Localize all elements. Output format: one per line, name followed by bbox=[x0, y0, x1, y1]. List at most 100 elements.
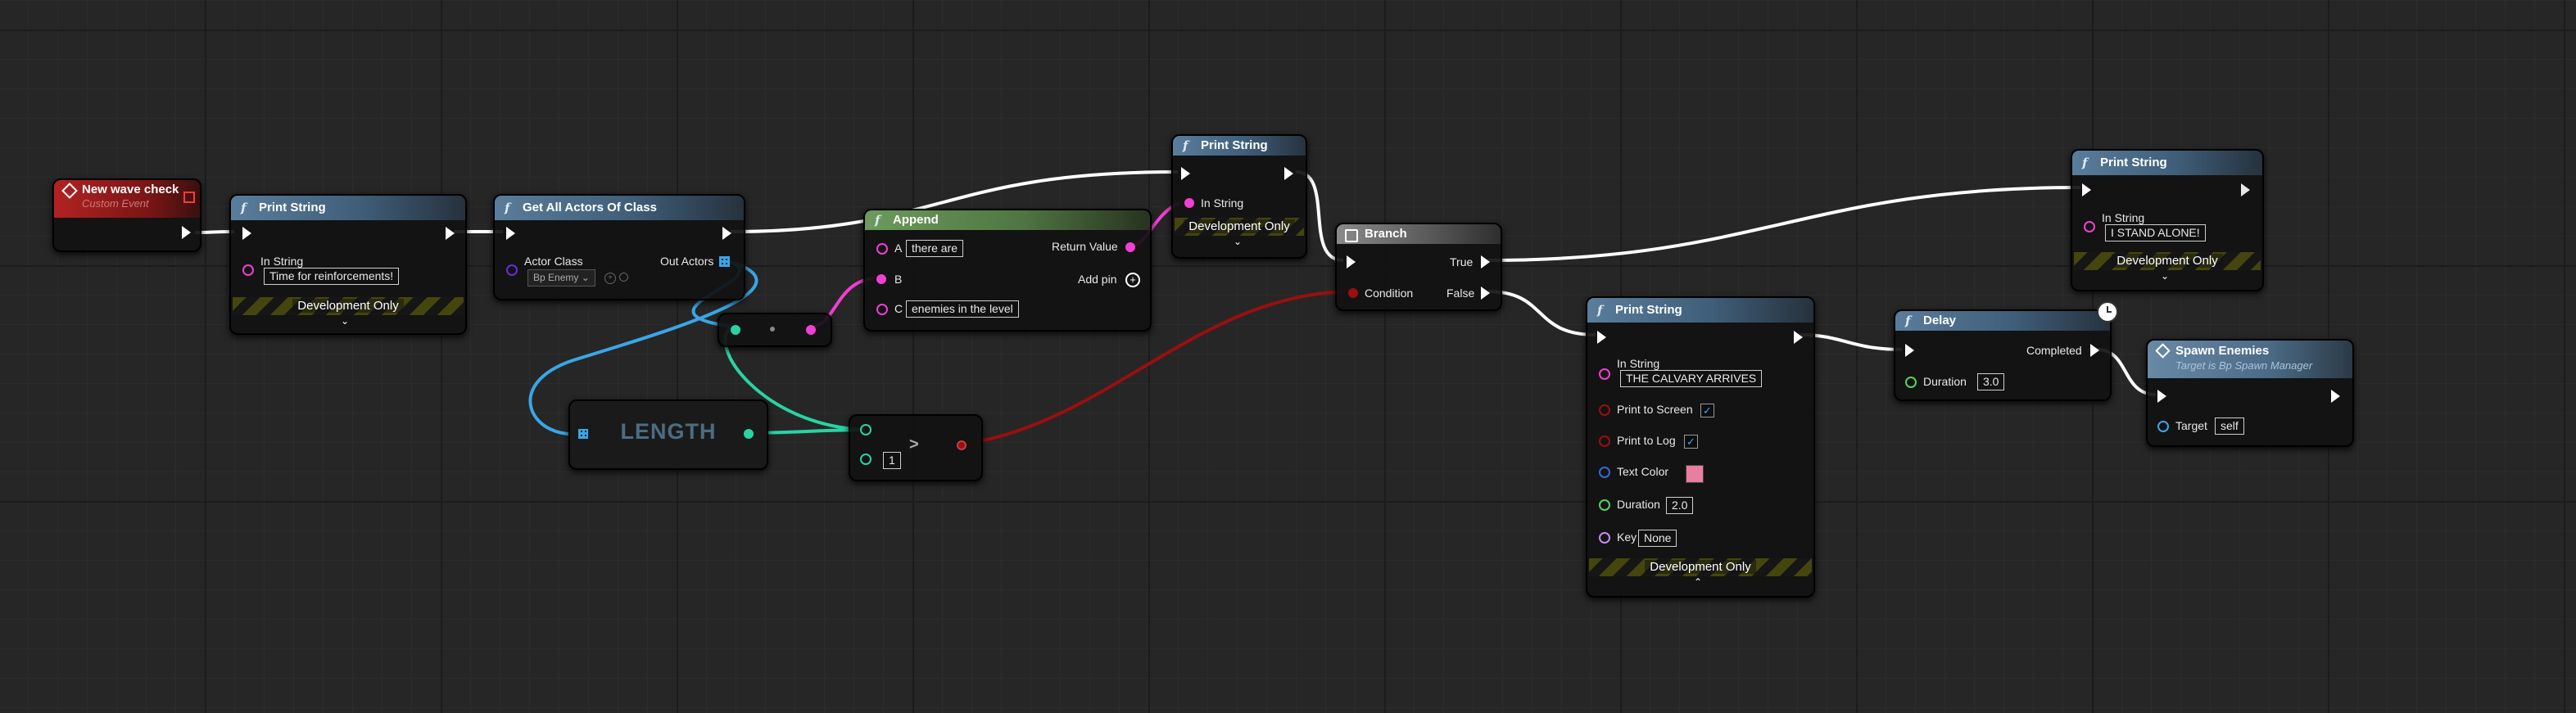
node-header: f Append bbox=[865, 210, 1150, 230]
completed-exec-pin[interactable] bbox=[2090, 344, 2099, 357]
text-color-swatch[interactable] bbox=[1686, 465, 1704, 483]
exec-out-pin[interactable] bbox=[1794, 331, 1803, 344]
function-f-icon: f bbox=[1597, 303, 1603, 318]
exec-out-pin[interactable] bbox=[446, 227, 455, 240]
duration-pin[interactable] bbox=[1905, 377, 1917, 388]
exec-out-pin[interactable] bbox=[1284, 167, 1293, 180]
duration-pin[interactable] bbox=[1599, 499, 1610, 511]
print-to-log-label: Print to Log bbox=[1617, 434, 1676, 447]
length-node[interactable]: LENGTH bbox=[568, 399, 768, 470]
node-title: Spawn Enemies bbox=[2175, 344, 2270, 358]
magnifier-icon[interactable] bbox=[619, 273, 628, 282]
print-to-screen-pin[interactable] bbox=[1599, 404, 1610, 416]
branch-node[interactable]: Branch Condition True False bbox=[1335, 223, 1502, 311]
compare-value-field[interactable]: 1 bbox=[883, 452, 901, 469]
in-string-pin[interactable] bbox=[1184, 198, 1194, 208]
exec-in-pin[interactable] bbox=[1347, 255, 1356, 269]
operator-label: > bbox=[909, 435, 919, 454]
exec-wire bbox=[1487, 186, 2081, 262]
chevron-down-icon: ⌄ bbox=[581, 272, 590, 283]
append-node[interactable]: f Append A there are B C enemies in the l… bbox=[863, 209, 1152, 332]
exec-in-pin[interactable] bbox=[506, 227, 515, 240]
compare-b-pin[interactable] bbox=[860, 454, 871, 465]
duration-label: Duration bbox=[1923, 375, 1967, 388]
exec-out-pin[interactable] bbox=[2331, 390, 2340, 403]
compare-a-pin[interactable] bbox=[860, 424, 871, 435]
exec-in-pin[interactable] bbox=[1597, 331, 1606, 344]
duration-label: Duration bbox=[1617, 498, 1660, 511]
node-header: f Get All Actors Of Class bbox=[495, 196, 744, 220]
node-header: f Delay bbox=[1895, 311, 2110, 331]
a-field[interactable]: there are bbox=[906, 240, 964, 257]
text-color-pin[interactable] bbox=[1599, 467, 1610, 478]
c-field[interactable]: enemies in the level bbox=[906, 300, 1019, 318]
chevron-down-icon[interactable]: ⌄ bbox=[341, 315, 349, 327]
duration-field[interactable]: 3.0 bbox=[1977, 373, 2005, 390]
print-to-screen-checkbox[interactable]: ✓ bbox=[1700, 404, 1714, 417]
input-pin[interactable] bbox=[731, 325, 740, 335]
print-string-node-1[interactable]: f Print String In String Time for reinfor… bbox=[229, 194, 467, 335]
branch-icon bbox=[1345, 229, 1358, 242]
greater-than-node[interactable]: 1 > bbox=[849, 414, 983, 481]
exec-out-pin[interactable] bbox=[722, 227, 731, 240]
true-exec-pin[interactable] bbox=[1481, 255, 1490, 269]
duration-field[interactable]: 2.0 bbox=[1666, 497, 1694, 514]
chevron-up-icon[interactable]: ⌃ bbox=[1694, 576, 1702, 588]
development-only-banner: Development Only bbox=[1589, 558, 1812, 576]
length-output-pin[interactable] bbox=[744, 429, 754, 439]
in-string-field[interactable]: I STAND ALONE! bbox=[2105, 224, 2206, 241]
in-string-field[interactable]: THE CALVARY ARRIVES bbox=[1620, 370, 1763, 387]
in-string-pin[interactable] bbox=[2084, 221, 2095, 232]
node-title: Print String bbox=[1615, 303, 1682, 317]
delegate-pin-icon[interactable] bbox=[183, 192, 195, 203]
c-pin[interactable] bbox=[876, 304, 888, 315]
print-string-node-4[interactable]: f Print String In String THE CALVARY ARRI… bbox=[1586, 296, 1815, 598]
grid-icon[interactable] bbox=[578, 429, 588, 439]
node-header: f Print String bbox=[1587, 298, 1813, 323]
output-pin[interactable] bbox=[806, 325, 816, 335]
plus-circle-icon[interactable]: + bbox=[604, 273, 616, 284]
target-pin[interactable] bbox=[2157, 421, 2169, 432]
exec-in-pin[interactable] bbox=[2082, 183, 2091, 196]
exec-in-pin[interactable] bbox=[1181, 167, 1190, 180]
print-string-node-2[interactable]: f Print String In String Development Only… bbox=[1171, 134, 1307, 259]
exec-out-pin[interactable] bbox=[182, 226, 191, 239]
length-title: LENGTH bbox=[620, 419, 717, 444]
grid-icon[interactable] bbox=[719, 256, 730, 267]
true-label: True bbox=[1450, 255, 1474, 269]
actor-class-pin[interactable] bbox=[506, 264, 518, 276]
node-header: Branch bbox=[1337, 224, 1501, 244]
key-field[interactable]: None bbox=[1638, 530, 1677, 547]
custom-event-node[interactable]: New wave check Custom Event bbox=[52, 178, 201, 252]
plus-circle-icon[interactable]: + bbox=[1125, 273, 1140, 287]
exec-in-pin[interactable] bbox=[1905, 344, 1914, 357]
conversion-node[interactable] bbox=[718, 313, 832, 347]
a-pin[interactable] bbox=[876, 243, 888, 255]
actor-class-dropdown[interactable]: Bp Enemy ⌄ bbox=[527, 269, 595, 287]
return-value-pin[interactable] bbox=[1125, 242, 1135, 252]
key-pin[interactable] bbox=[1599, 532, 1610, 544]
chevron-down-icon[interactable]: ⌄ bbox=[1234, 236, 1242, 247]
in-string-pin[interactable] bbox=[1599, 368, 1610, 380]
get-all-actors-node[interactable]: f Get All Actors Of Class Actor Class Bp … bbox=[493, 194, 745, 300]
print-string-node-3[interactable]: f Print String In String I STAND ALONE! D… bbox=[2071, 149, 2264, 291]
text-color-label: Text Color bbox=[1617, 465, 1669, 478]
compare-result-pin[interactable] bbox=[957, 440, 967, 450]
chevron-down-icon[interactable]: ⌄ bbox=[2161, 270, 2169, 282]
condition-pin[interactable] bbox=[1348, 288, 1358, 298]
in-string-label: In String bbox=[1201, 196, 1244, 210]
print-to-screen-label: Print to Screen bbox=[1617, 403, 1693, 416]
exec-in-pin[interactable] bbox=[242, 227, 251, 240]
actor-class-label: Actor Class bbox=[524, 255, 583, 268]
b-pin[interactable] bbox=[876, 274, 886, 284]
target-field[interactable]: self bbox=[2215, 417, 2244, 435]
in-string-pin[interactable] bbox=[242, 264, 254, 276]
print-to-log-checkbox[interactable]: ✓ bbox=[1684, 435, 1698, 449]
false-exec-pin[interactable] bbox=[1481, 287, 1490, 300]
exec-in-pin[interactable] bbox=[2157, 390, 2166, 403]
in-string-field[interactable]: Time for reinforcements! bbox=[264, 268, 400, 285]
exec-wire bbox=[1487, 290, 1596, 336]
print-to-log-pin[interactable] bbox=[1599, 435, 1610, 447]
spawn-enemies-node[interactable]: Spawn Enemies Target is Bp Spawn Manager… bbox=[2146, 339, 2354, 447]
delay-node[interactable]: f Delay Completed Duration 3.0 bbox=[1894, 301, 2118, 401]
